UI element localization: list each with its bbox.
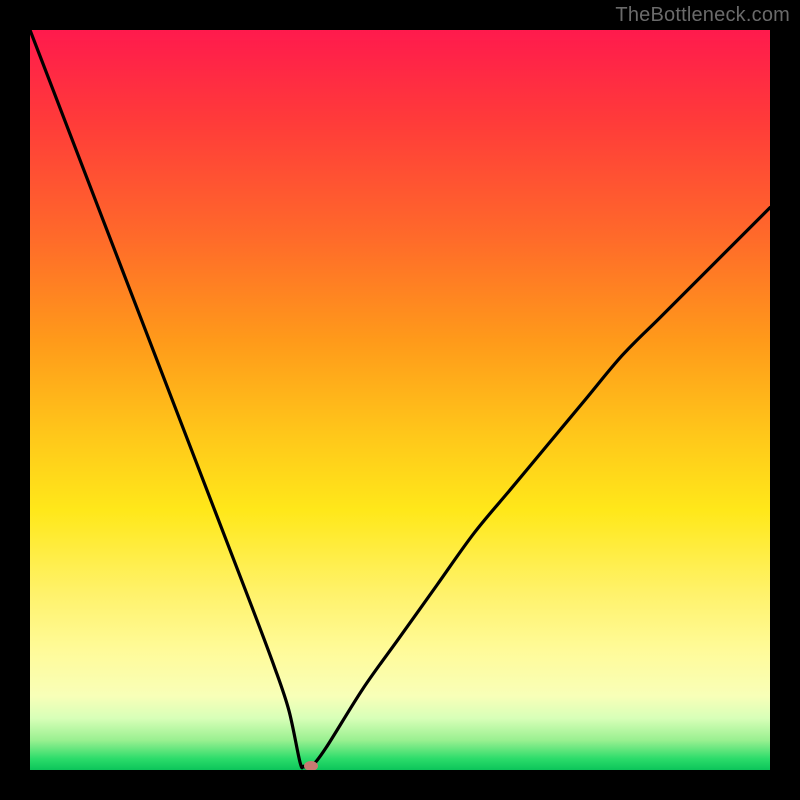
attribution-text: TheBottleneck.com xyxy=(615,4,790,27)
curve-path xyxy=(30,30,770,768)
bottleneck-curve xyxy=(30,30,770,770)
chart-plot-area xyxy=(30,30,770,770)
optimum-dot xyxy=(304,761,318,770)
